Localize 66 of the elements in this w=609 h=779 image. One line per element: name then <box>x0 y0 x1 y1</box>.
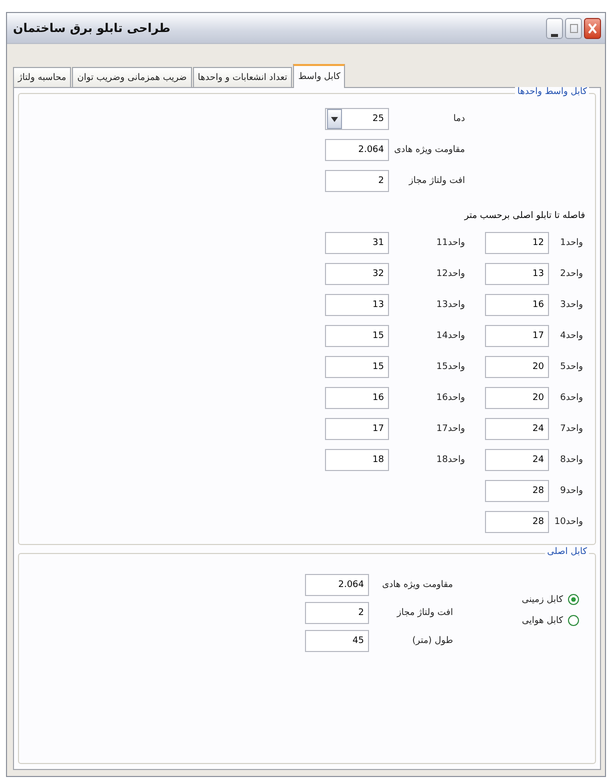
field-label: واحد1 <box>559 238 584 248</box>
field-label: افت ولتاژ مجاز <box>408 176 466 186</box>
field-label: طول (متر) <box>411 636 454 646</box>
radio-option[interactable]: کابل هوایی <box>509 615 579 626</box>
input-field[interactable]: 16 <box>325 387 389 409</box>
input-field[interactable]: 17 <box>325 418 389 440</box>
field-label: واحد14 <box>435 331 466 341</box>
radio-button[interactable] <box>568 615 579 626</box>
field-label: واحد12 <box>435 269 466 279</box>
close-icon <box>588 22 597 34</box>
field-label: واحد2 <box>559 269 584 279</box>
radio-option[interactable]: کابل زمینی <box>509 594 579 605</box>
maximize-icon <box>570 24 578 32</box>
input-field[interactable]: 20 <box>485 387 549 409</box>
field-label: واحد10 <box>553 517 584 527</box>
group-title: کابل اصلی <box>545 547 589 557</box>
field-label: مقاومت ویژه هادی <box>393 145 466 155</box>
input-field[interactable]: 28 <box>485 480 549 502</box>
field-label: مقاومت ویژه هادی <box>381 580 454 590</box>
field-label: واحد18 <box>435 455 466 465</box>
close-button[interactable] <box>584 18 601 38</box>
dropdown-field[interactable]: 25 <box>325 108 389 130</box>
input-field[interactable]: 13 <box>325 294 389 316</box>
input-field[interactable]: 15 <box>325 325 389 347</box>
field-label: واحد8 <box>559 455 584 465</box>
field-label: واحد11 <box>435 238 466 248</box>
input-field[interactable]: 2.064 <box>325 139 389 161</box>
input-field[interactable]: 16 <box>485 294 549 316</box>
field-label: واحد16 <box>435 393 466 403</box>
input-field[interactable]: 24 <box>485 449 549 471</box>
input-field[interactable]: 32 <box>325 263 389 285</box>
input-field[interactable]: 13 <box>485 263 549 285</box>
window-title: طراحی تابلو برق ساختمان <box>13 21 170 35</box>
input-field[interactable]: 12 <box>485 232 549 254</box>
field-label: واحد17 <box>435 424 466 434</box>
field-label: واحد7 <box>559 424 584 434</box>
field-label: واحد5 <box>559 362 584 372</box>
field-label: واحد15 <box>435 362 466 372</box>
radio-button[interactable] <box>568 594 579 605</box>
input-field[interactable]: 28 <box>485 511 549 533</box>
tab[interactable]: کابل واسط <box>293 64 346 88</box>
minimize-button[interactable] <box>546 18 563 38</box>
field-label: واحد6 <box>559 393 584 403</box>
field-label: واحد4 <box>559 331 584 341</box>
tab[interactable]: محاسبه ولتاژ <box>13 67 72 87</box>
input-field[interactable]: 45 <box>305 630 369 652</box>
dropdown-arrow-icon <box>331 116 338 122</box>
tab[interactable]: تعداد انشعابات و واحدها <box>192 67 292 87</box>
section-heading: فاصله تا تابلو اصلی برحسب متر <box>464 210 586 223</box>
input-field[interactable]: 31 <box>325 232 389 254</box>
input-field[interactable]: 2.064 <box>305 574 369 596</box>
input-field[interactable]: 24 <box>485 418 549 440</box>
field-label: دما <box>452 114 466 124</box>
field-label: افت ولتاژ مجاز <box>396 608 454 618</box>
field-label: واحد9 <box>559 486 584 496</box>
input-field[interactable]: 15 <box>325 356 389 378</box>
field-label: واحد13 <box>435 300 466 310</box>
input-field[interactable]: 2 <box>325 170 389 192</box>
tab[interactable]: ضریب همزمانی وضریب توان <box>72 67 192 87</box>
field-label: واحد3 <box>559 300 584 310</box>
input-field[interactable]: 20 <box>485 356 549 378</box>
minimize-icon <box>551 32 558 38</box>
input-field[interactable]: 18 <box>325 449 389 471</box>
group-title: کابل واسط واحدها <box>515 87 589 97</box>
input-field[interactable]: 2 <box>305 602 369 624</box>
input-field[interactable]: 17 <box>485 325 549 347</box>
